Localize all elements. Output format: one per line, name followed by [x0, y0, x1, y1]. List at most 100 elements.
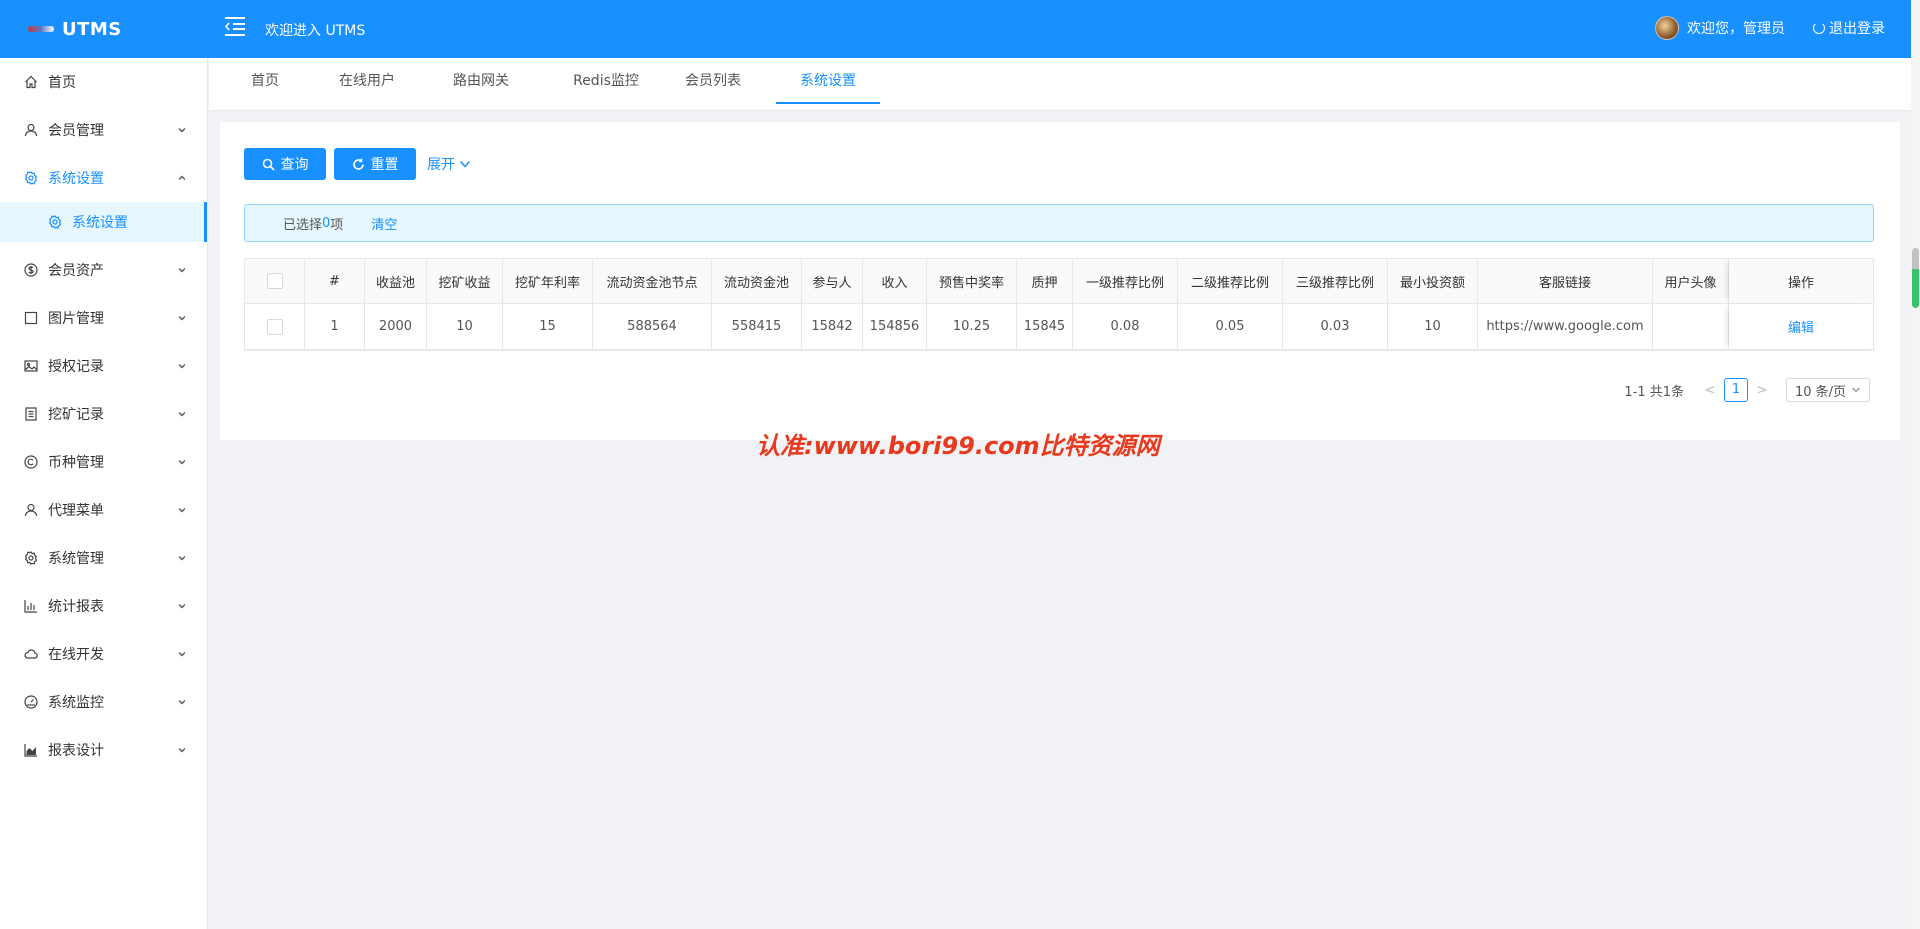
column-header: 三级推荐比例: [1283, 259, 1388, 303]
table-row: 1 2000 10 15 588564 558415 15842 154856 …: [245, 304, 1873, 350]
menu-fold-icon[interactable]: [224, 16, 248, 40]
chevron-down-icon: [178, 508, 186, 513]
table-cell: 2000: [365, 304, 427, 349]
table-cell: 558415: [712, 304, 802, 349]
sidebar-item-mining-records[interactable]: 挖矿记录: [0, 390, 207, 438]
selection-alert: 已选择 0 项 清空: [244, 204, 1874, 242]
selection-suffix: 项: [330, 217, 344, 233]
sidebar-item-statistics-report[interactable]: 统计报表: [0, 582, 207, 630]
sidebar-item-label: 会员资产: [48, 263, 104, 279]
sidebar-item-agent-menu[interactable]: 代理菜单: [0, 486, 207, 534]
sidebar-item-home[interactable]: 首页: [0, 58, 207, 106]
tab-redis-monitor[interactable]: Redis监控: [564, 58, 648, 104]
chevron-up-icon: [178, 175, 186, 180]
sidebar-item-system-management[interactable]: 系统管理: [0, 534, 207, 582]
row-select-cell: [245, 304, 305, 349]
sidebar-item-label: 系统设置: [72, 215, 128, 231]
column-header: 流动资金池: [712, 259, 802, 303]
column-header: 最小投资额: [1388, 259, 1478, 303]
sidebar-item-system-settings[interactable]: 系统设置: [0, 154, 207, 202]
avatar[interactable]: [1655, 16, 1679, 40]
selection-prefix: 已选择: [283, 217, 323, 233]
table-cell: 1: [305, 304, 365, 349]
user-icon: [24, 503, 38, 517]
settings-table: # 收益池 挖矿收益 挖矿年利率 流动资金池节点 流动资金池 参与人 收入 预售…: [244, 258, 1874, 351]
tab-member-list[interactable]: 会员列表: [683, 58, 743, 104]
table-cell-avatar: [1653, 304, 1729, 349]
home-icon: [24, 75, 38, 89]
gear-icon: [24, 551, 38, 565]
tab-online-users[interactable]: 在线用户: [337, 58, 397, 104]
logout-label: 退出登录: [1829, 21, 1885, 37]
query-button[interactable]: 查询: [244, 148, 326, 180]
reset-button[interactable]: 重置: [334, 148, 416, 180]
sidebar-item-report-design[interactable]: 报表设计: [0, 726, 207, 774]
picture-icon: [24, 359, 38, 373]
sidebar-item-label: 图片管理: [48, 311, 104, 327]
chevron-down-icon: [178, 364, 186, 369]
tab-route-gateway[interactable]: 路由网关: [451, 58, 511, 104]
select-all-checkbox[interactable]: [266, 273, 283, 289]
clear-selection-link[interactable]: 清空: [371, 214, 397, 233]
user-greeting[interactable]: 欢迎您，管理员: [1687, 18, 1785, 38]
cloud-icon: [24, 647, 38, 661]
chevron-down-icon: [178, 604, 186, 609]
sidebar-item-currency-management[interactable]: 币种管理: [0, 438, 207, 486]
column-header: #: [305, 259, 365, 303]
edit-link[interactable]: 编辑: [1788, 317, 1814, 336]
chevron-down-icon: [1852, 387, 1860, 393]
sidebar-item-label: 代理菜单: [48, 503, 104, 519]
pagination: 1-1 共1条 < 1 > 10 条/页: [1624, 378, 1870, 402]
table-cell: 10: [427, 304, 503, 349]
row-checkbox[interactable]: [266, 318, 283, 335]
query-label: 查询: [280, 157, 309, 173]
page-size-value: 10 条/页: [1795, 384, 1847, 400]
chevron-down-icon: [178, 268, 186, 273]
sidebar-item-online-development[interactable]: 在线开发: [0, 630, 207, 678]
table-cell: 0.05: [1178, 304, 1283, 349]
page-number-button[interactable]: 1: [1724, 378, 1748, 402]
square-icon: [24, 311, 38, 325]
sidebar-item-member-assets[interactable]: 会员资产: [0, 246, 207, 294]
table-cell: 588564: [593, 304, 712, 349]
content-card: 查询 重置 展开 已选择 0 项 清空 # 收益池 挖矿收益 挖矿年利率 流动资…: [220, 122, 1900, 440]
next-page-button[interactable]: >: [1752, 383, 1772, 398]
chevron-down-icon: [459, 160, 471, 168]
list-icon: [24, 407, 38, 421]
page-size-select[interactable]: 10 条/页: [1786, 378, 1870, 402]
logo[interactable]: UTMS: [0, 0, 208, 58]
sidebar-item-image-management[interactable]: 图片管理: [0, 294, 207, 342]
tab-home[interactable]: 首页: [245, 58, 285, 104]
chevron-down-icon: [178, 700, 186, 705]
sidebar-menu: 首页 会员管理 系统设置 系统设置 会员资产 图片管理 授权记录 挖矿记录 币种…: [0, 58, 208, 929]
table-cell: 15845: [1017, 304, 1073, 349]
column-header: 挖矿年利率: [503, 259, 593, 303]
sidebar-item-member-management[interactable]: 会员管理: [0, 106, 207, 154]
sidebar-item-label: 统计报表: [48, 599, 104, 615]
page-tabs: 首页 在线用户 路由网关 Redis监控 会员列表 系统设置: [209, 58, 1911, 111]
column-header: 用户头像: [1653, 259, 1729, 303]
app-name: UTMS: [62, 18, 122, 40]
sidebar-item-label: 报表设计: [48, 743, 104, 759]
tab-system-settings[interactable]: 系统设置: [776, 58, 880, 104]
scrollbar-thumb[interactable]: [1912, 248, 1919, 308]
welcome-title: 欢迎进入 UTMS: [265, 23, 366, 39]
reset-label: 重置: [370, 157, 399, 173]
column-header: 客服链接: [1478, 259, 1653, 303]
header-select-all-cell: [245, 259, 305, 303]
page-scrollbar[interactable]: [1911, 0, 1920, 929]
selection-count: 0: [322, 215, 331, 231]
expand-toggle[interactable]: 展开: [427, 154, 471, 174]
sidebar-item-authorization-records[interactable]: 授权记录: [0, 342, 207, 390]
table-cell-actions: 编辑: [1729, 304, 1873, 349]
table-cell: 15842: [802, 304, 863, 349]
sidebar-subitem-system-settings[interactable]: 系统设置: [0, 202, 207, 242]
logout-button[interactable]: 退出登录: [1813, 18, 1885, 38]
sidebar-item-system-monitoring[interactable]: 系统监控: [0, 678, 207, 726]
prev-page-button[interactable]: <: [1700, 383, 1720, 398]
sidebar-item-label: 首页: [48, 75, 76, 91]
column-header: 收入: [863, 259, 927, 303]
sidebar-item-label: 会员管理: [48, 123, 104, 139]
logout-icon: [1813, 22, 1825, 34]
chevron-down-icon: [178, 316, 186, 321]
